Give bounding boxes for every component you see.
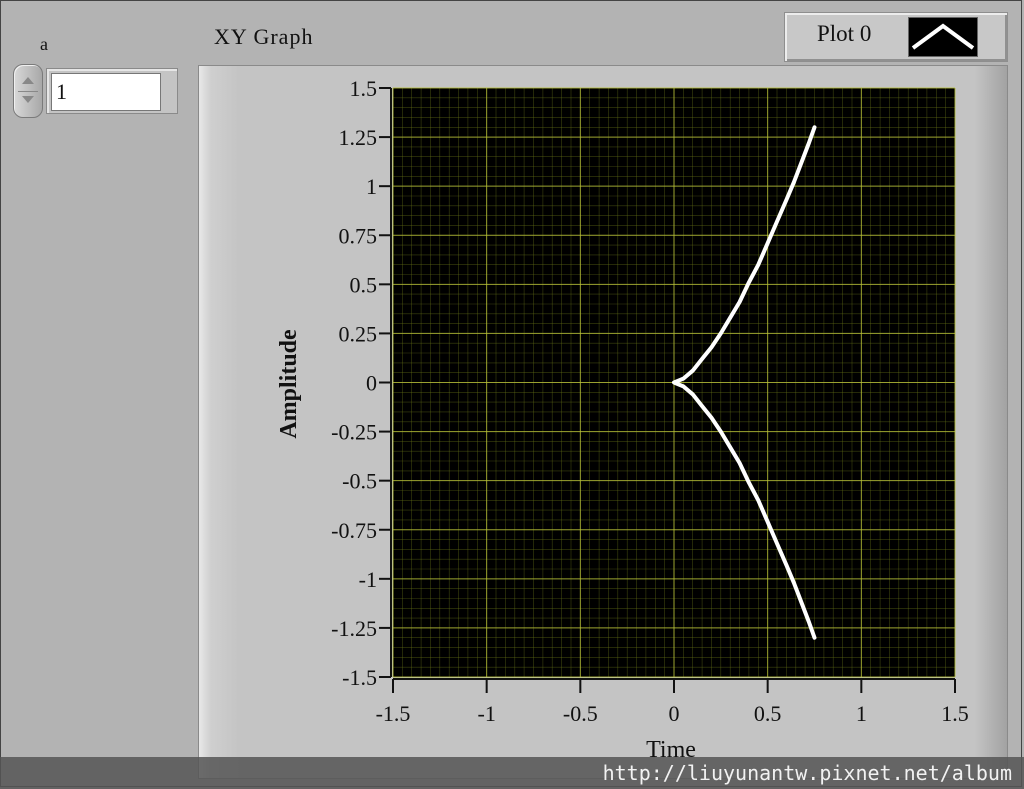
y-axis-title: Amplitude xyxy=(276,329,302,439)
y-tick-label: 0.5 xyxy=(350,272,378,297)
y-tick-label: -1 xyxy=(359,567,377,592)
x-axis: -1.5 -1 -0.5 0 0.5 1 1.5 xyxy=(376,678,969,726)
footer-bar: http://liuyunantw.pixnet.net/album xyxy=(0,757,1024,789)
y-tick-label: -1.5 xyxy=(342,665,377,690)
y-tick-label: -0.75 xyxy=(331,518,377,543)
y-tick-label: -0.5 xyxy=(342,469,377,494)
x-tick-label: 1 xyxy=(856,701,867,726)
xy-graph: 1.5 1.25 1 0.75 0.5 0.25 0 -0.25 -0.5 -0.75 -1 -1.2… xyxy=(276,76,969,763)
y-tick-label: 0 xyxy=(366,371,377,396)
y-tick-label: 1.5 xyxy=(350,76,378,101)
y-tick-label: 0.75 xyxy=(339,223,378,248)
x-tick-label: 1.5 xyxy=(941,701,969,726)
x-tick-label: 0.5 xyxy=(754,701,782,726)
y-tick-label: 1 xyxy=(366,174,377,199)
watermark-url: http://liuyunantw.pixnet.net/album xyxy=(602,761,1012,785)
x-tick-label: -0.5 xyxy=(563,701,598,726)
x-tick-label: 0 xyxy=(669,701,680,726)
y-tick-label: -0.25 xyxy=(331,420,377,445)
y-axis: 1.5 1.25 1 0.75 0.5 0.25 0 -0.25 -0.5 -0.75 -1 -1.2… xyxy=(331,76,392,690)
y-tick-label: -1.25 xyxy=(331,616,377,641)
x-tick-label: -1.5 xyxy=(376,701,411,726)
y-tick-label: 1.25 xyxy=(339,125,378,150)
x-tick-label: -1 xyxy=(478,701,496,726)
y-tick-label: 0.25 xyxy=(339,321,378,346)
